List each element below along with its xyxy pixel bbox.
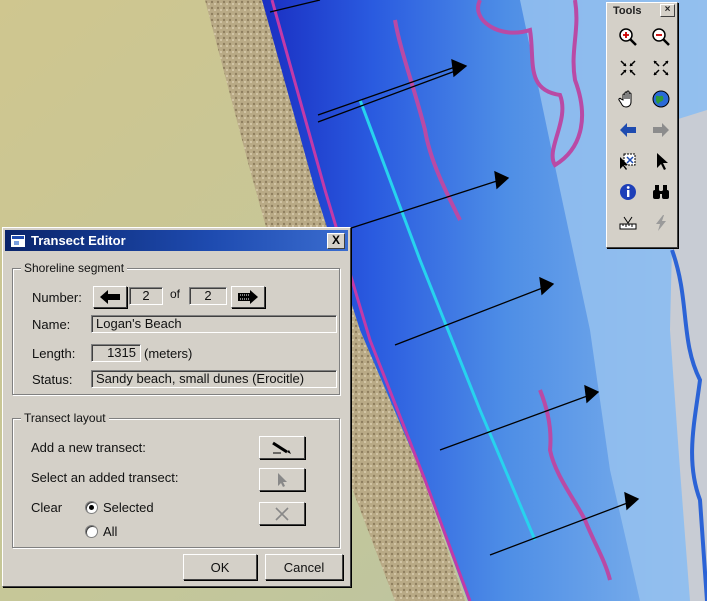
hyperlink-lightning-icon[interactable] xyxy=(648,209,674,236)
left-arrow-icon xyxy=(100,290,120,304)
pencil-icon xyxy=(272,441,291,454)
clear-transect-button[interactable] xyxy=(259,502,305,525)
radio-selected-label: Selected xyxy=(103,500,154,515)
zoom-out-icon[interactable] xyxy=(648,23,674,50)
segment-name-field[interactable]: Logan's Beach xyxy=(91,315,337,333)
pointer-icon[interactable] xyxy=(648,147,674,174)
radio-all[interactable] xyxy=(85,525,98,538)
select-features-icon[interactable] xyxy=(615,147,641,174)
fixed-zoom-in-icon[interactable] xyxy=(615,54,641,81)
transect-layout-legend: Transect layout xyxy=(21,411,109,425)
status-label: Status: xyxy=(32,372,73,387)
length-unit-label: (meters) xyxy=(144,346,193,361)
zoom-in-icon[interactable] xyxy=(615,23,641,50)
segment-number-field[interactable]: 2 xyxy=(129,287,163,305)
right-arrow-icon xyxy=(238,290,258,304)
tools-close-button[interactable]: × xyxy=(660,4,675,17)
select-transect-button[interactable] xyxy=(259,468,305,491)
add-transect-label: Add a new transect: xyxy=(31,440,146,455)
name-label: Name: xyxy=(32,317,71,332)
full-extent-globe-icon[interactable] xyxy=(648,85,674,112)
transect-editor-dialog: Transect Editor X Shoreline segment Numb… xyxy=(2,227,351,587)
clear-label: Clear xyxy=(31,500,63,515)
radio-all-label: All xyxy=(103,524,118,539)
radio-selected[interactable] xyxy=(85,501,98,514)
next-segment-button[interactable] xyxy=(231,286,265,308)
dialog-titlebar: Transect Editor X xyxy=(5,230,348,251)
pan-hand-icon[interactable] xyxy=(615,85,641,112)
tools-palette: Tools × xyxy=(606,2,678,248)
measure-icon[interactable] xyxy=(615,209,641,236)
clear-x-icon xyxy=(275,506,289,521)
tools-titlebar: Tools × xyxy=(607,3,677,18)
fixed-zoom-out-icon[interactable] xyxy=(648,54,674,81)
segment-length-field: 1315 xyxy=(91,344,141,362)
forward-arrow-icon[interactable] xyxy=(648,116,674,143)
back-arrow-icon[interactable] xyxy=(615,116,641,143)
add-transect-button[interactable] xyxy=(259,436,305,459)
dialog-close-button[interactable]: X xyxy=(327,233,345,249)
find-binoculars-icon[interactable] xyxy=(648,178,674,205)
length-label: Length: xyxy=(32,346,76,361)
tools-title: Tools xyxy=(613,4,642,17)
dialog-title: Transect Editor xyxy=(31,233,126,248)
segment-total-field: 2 xyxy=(189,287,227,305)
identify-icon[interactable] xyxy=(615,178,641,205)
of-label: of xyxy=(170,287,181,301)
ok-button[interactable]: OK xyxy=(183,554,257,580)
shoreline-legend: Shoreline segment xyxy=(21,261,128,275)
cancel-button[interactable]: Cancel xyxy=(265,554,343,580)
previous-segment-button[interactable] xyxy=(93,286,127,308)
select-transect-label: Select an added transect: xyxy=(31,470,179,485)
window-icon xyxy=(11,234,25,247)
segment-status-field[interactable]: Sandy beach, small dunes (Erocitle) xyxy=(91,370,337,388)
number-label: Number: xyxy=(32,290,82,305)
pointer-icon xyxy=(278,472,287,487)
